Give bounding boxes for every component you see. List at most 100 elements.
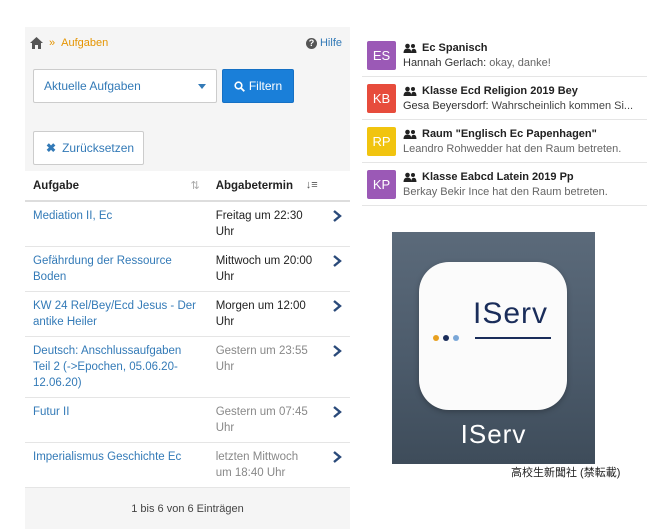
avatar: RP <box>367 126 396 156</box>
chat-item[interactable]: KP Klasse Eabcd Latein 2019 Pp Berkay Beki… <box>362 163 647 206</box>
tasks-table: Aufgabe ⇅ Abgabetermin ↓≡ Mediation II, … <box>25 171 350 487</box>
task-name-link[interactable]: Deutsch: Anschlussaufgaben Teil 2 (->Epo… <box>25 336 208 398</box>
chat-title: Klasse Eabcd Latein 2019 Pp <box>403 171 647 183</box>
app-icon-card: IServ IServ <box>392 232 595 464</box>
table-row[interactable]: Gefährdung der Ressource Boden Mittwoch u… <box>25 246 350 292</box>
group-icon <box>403 172 417 182</box>
table-row[interactable]: Futur II Gestern um 07:45 Uhr <box>25 397 350 443</box>
reset-button-label: Zurücksetzen <box>62 141 135 155</box>
row-chevron[interactable] <box>323 291 350 337</box>
column-header-due[interactable]: Abgabetermin ↓≡ <box>207 171 350 202</box>
app-icon-underline <box>475 337 551 339</box>
task-due-date: letzten Mittwoch um 18:40 Uhr <box>207 442 324 487</box>
chat-text: Ec Spanisch Hannah Gerlach: okay, danke! <box>403 42 647 69</box>
app-icon-dots <box>433 335 463 341</box>
chevron-right-icon <box>332 300 342 312</box>
table-row[interactable]: KW 24 Rel/Bey/Ecd Jesus - Der antike Hei… <box>25 291 350 337</box>
row-chevron[interactable] <box>323 397 350 443</box>
filter-area: Aktuelle Aufgaben Filtern ✖ Zurücksetzen <box>25 59 350 171</box>
chevron-right-icon <box>332 255 342 267</box>
filter-button[interactable]: Filtern <box>222 69 294 103</box>
photo-credit: 高校生新聞社 (禁転載) <box>511 467 621 479</box>
close-icon: ✖ <box>46 141 57 155</box>
group-icon <box>403 86 417 96</box>
chat-sender: Hannah Gerlach: <box>403 56 487 69</box>
filter-button-label: Filtern <box>248 79 283 93</box>
avatar: ES <box>367 40 396 70</box>
iserv-app-icon[interactable]: IServ <box>419 262 567 410</box>
group-icon <box>403 129 417 139</box>
home-icon[interactable] <box>30 37 43 49</box>
chat-title-label: Klasse Ecd Religion 2019 Bey <box>422 84 578 97</box>
pagination-info: 1 bis 6 von 6 Einträgen <box>25 487 350 529</box>
chat-title: Raum "Englisch Ec Papenhagen" <box>403 128 647 140</box>
chat-sender: Gesa Beyersdorf: <box>403 99 489 112</box>
chevron-right-icon <box>332 406 342 418</box>
search-icon <box>234 80 245 92</box>
chat-title: Klasse Ecd Religion 2019 Bey <box>403 85 647 97</box>
chat-last-message: Gesa Beyersdorf: Wahrscheinlich kommen S… <box>403 100 647 112</box>
column-header-task-label: Aufgabe <box>33 179 79 192</box>
dot-navy <box>443 335 449 341</box>
sort-icon: ⇅ <box>190 180 200 192</box>
task-filter-select[interactable]: Aktuelle Aufgaben <box>33 69 217 103</box>
table-header-row: Aufgabe ⇅ Abgabetermin ↓≡ <box>25 171 350 202</box>
chat-title-label: Ec Spanisch <box>422 41 488 54</box>
app-label: IServ <box>460 419 527 449</box>
help-link[interactable]: ? Hilfe <box>305 37 342 49</box>
breadcrumb: » Aufgaben ? Hilfe <box>25 27 350 59</box>
task-due-date: Freitag um 22:30 Uhr <box>207 200 324 247</box>
sort-desc-icon: ↓≡ <box>305 179 318 191</box>
chat-list: ES Ec Spanisch Hannah Gerlach: okay, danke… <box>362 34 647 206</box>
table-row[interactable]: Mediation II, Ec Freitag um 22:30 Uhr <box>25 200 350 247</box>
chat-title: Ec Spanisch <box>403 42 647 54</box>
chat-item[interactable]: ES Ec Spanisch Hannah Gerlach: okay, danke… <box>362 34 647 77</box>
table-row[interactable]: Deutsch: Anschlussaufgaben Teil 2 (->Epo… <box>25 336 350 398</box>
chat-message-body: okay, danke! <box>489 56 551 69</box>
chevron-right-icon <box>332 451 342 463</box>
chat-text: Klasse Eabcd Latein 2019 Pp Berkay Bekir … <box>403 171 647 198</box>
task-name-link[interactable]: Gefährdung der Ressource Boden <box>25 246 208 292</box>
task-filter-value: Aktuelle Aufgaben <box>44 79 141 93</box>
app-icon-wordmark: IServ <box>473 297 549 330</box>
chat-item[interactable]: RP Raum "Englisch Ec Papenhagen" Leandro R… <box>362 120 647 163</box>
task-name-link[interactable]: Imperialismus Geschichte Ec <box>25 442 208 487</box>
task-due-date: Gestern um 07:45 Uhr <box>207 397 324 443</box>
task-name-link[interactable]: KW 24 Rel/Bey/Ecd Jesus - Der antike Hei… <box>25 291 208 337</box>
row-chevron[interactable] <box>323 336 350 398</box>
question-icon: ? <box>305 37 317 49</box>
column-header-task[interactable]: Aufgabe ⇅ <box>25 171 208 202</box>
row-chevron[interactable] <box>323 246 350 292</box>
breadcrumb-separator: » <box>49 37 56 49</box>
chat-item[interactable]: KB Klasse Ecd Religion 2019 Bey Gesa Beyer… <box>362 77 647 120</box>
row-chevron[interactable] <box>323 442 350 487</box>
task-due-date: Morgen um 12:00 Uhr <box>207 291 324 337</box>
chevron-right-icon <box>332 345 342 357</box>
help-label: Hilfe <box>319 37 342 49</box>
reset-button[interactable]: ✖ Zurücksetzen <box>33 131 144 165</box>
chat-text: Raum "Englisch Ec Papenhagen" Leandro Roh… <box>403 128 647 155</box>
avatar: KB <box>367 83 396 113</box>
chat-title-label: Klasse Eabcd Latein 2019 Pp <box>422 170 574 183</box>
chat-last-message: Berkay Bekir Ince hat den Raum betreten. <box>403 186 647 198</box>
row-chevron[interactable] <box>323 200 350 247</box>
chat-message-body: Leandro Rohwedder hat den Raum betreten. <box>403 142 622 155</box>
tasks-panel: » Aufgaben ? Hilfe Aktuelle Aufgaben Fil… <box>25 27 350 529</box>
column-header-due-label: Abgabetermin <box>215 179 294 192</box>
chat-title-label: Raum "Englisch Ec Papenhagen" <box>422 127 597 140</box>
breadcrumb-current[interactable]: Aufgaben <box>61 37 108 49</box>
task-due-date: Mittwoch um 20:00 Uhr <box>207 246 324 292</box>
chat-message-body: Wahrscheinlich kommen Si... <box>491 99 634 112</box>
caret-down-icon <box>198 84 206 89</box>
task-name-link[interactable]: Mediation II, Ec <box>25 200 208 247</box>
chat-last-message: Hannah Gerlach: okay, danke! <box>403 57 647 69</box>
chat-last-message: Leandro Rohwedder hat den Raum betreten. <box>403 143 647 155</box>
chevron-right-icon <box>332 210 342 222</box>
chat-message-body: Berkay Bekir Ince hat den Raum betreten. <box>403 185 608 198</box>
task-due-date: Gestern um 23:55 Uhr <box>207 336 324 398</box>
table-row[interactable]: Imperialismus Geschichte Ec letzten Mittw… <box>25 442 350 487</box>
dot-lightblue <box>453 335 459 341</box>
avatar: KP <box>367 169 396 199</box>
task-name-link[interactable]: Futur II <box>25 397 208 443</box>
dot-orange <box>433 335 439 341</box>
